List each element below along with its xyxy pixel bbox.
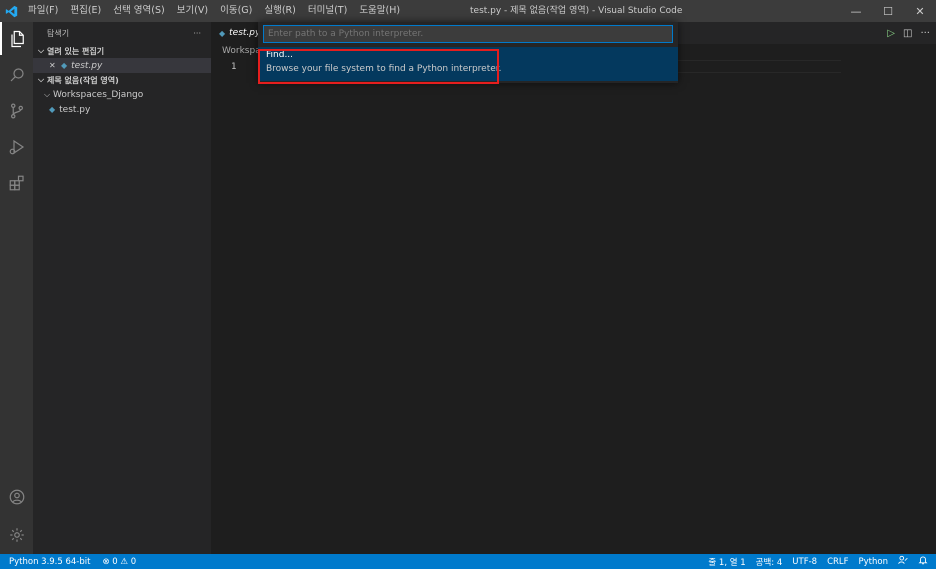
python-interpreter-status[interactable]: Python 3.9.5 64-bit — [9, 557, 90, 567]
cursor-position-status[interactable]: 줄 1, 열 1 — [708, 556, 745, 568]
minimize-button[interactable]: — — [840, 0, 872, 22]
menu-view[interactable]: 보기(V) — [171, 0, 214, 22]
python-file-icon: ◆ — [61, 61, 68, 70]
chevron-down-icon: ⌵ — [37, 46, 45, 55]
window-title: test.py - 제목 없음(작업 영역) - Visual Studio C… — [470, 6, 683, 16]
open-editors-title: 열려 있는 편집기 — [47, 46, 105, 56]
editor-actions: ▷ ◫ ··· — [887, 22, 930, 44]
open-editor-label: test.py — [71, 60, 103, 71]
manage-gear-icon[interactable] — [0, 518, 33, 551]
problems-status[interactable]: ⊗ 0 ⚠ 0 — [102, 557, 136, 567]
warning-icon: ⚠ — [120, 556, 129, 567]
explorer-title: 탐색기 — [47, 28, 70, 38]
interpreter-path-input[interactable] — [263, 25, 673, 43]
error-icon: ⊗ — [102, 556, 110, 567]
menu-bar: 파일(F) 편집(E) 선택 영역(S) 보기(V) 이동(G) 실행(R) 터… — [22, 0, 406, 22]
extensions-icon[interactable] — [0, 166, 33, 199]
language-mode-status[interactable]: Python — [859, 557, 888, 567]
close-editor-icon[interactable]: ✕ — [49, 61, 61, 70]
workspace-title: 제목 없음(작업 영역) — [47, 75, 119, 85]
red-highlight-box — [258, 49, 499, 84]
folder-label: Workspaces_Django — [53, 89, 144, 100]
menu-help[interactable]: 도움말(H) — [353, 0, 406, 22]
menu-go[interactable]: 이동(G) — [214, 0, 258, 22]
accounts-icon[interactable] — [0, 480, 33, 513]
menu-file[interactable]: 파일(F) — [22, 0, 64, 22]
chevron-down-icon: ⌵ — [43, 89, 51, 99]
line-number: 1 — [231, 62, 237, 72]
indentation-status[interactable]: 공백: 4 — [756, 556, 783, 568]
tab-label: test.py — [229, 28, 261, 38]
python-file-icon: ◆ — [49, 105, 56, 114]
menu-selection[interactable]: 선택 영역(S) — [107, 0, 170, 22]
chevron-down-icon: ⌵ — [37, 75, 45, 84]
files-icon[interactable] — [0, 22, 33, 55]
feedback-icon[interactable] — [898, 555, 908, 568]
error-count: 0 — [112, 556, 118, 567]
run-file-icon[interactable]: ▷ — [887, 28, 895, 39]
more-actions-icon[interactable]: ··· — [193, 29, 201, 38]
close-window-button[interactable]: ✕ — [904, 0, 936, 22]
activity-bar — [0, 22, 33, 554]
warning-count: 0 — [130, 556, 137, 567]
menu-edit[interactable]: 편집(E) — [64, 0, 107, 22]
menu-terminal[interactable]: 터미널(T) — [302, 0, 353, 22]
file-item[interactable]: ◆ test.py — [33, 102, 211, 117]
eol-status[interactable]: CRLF — [827, 557, 848, 567]
search-icon[interactable] — [0, 58, 33, 91]
explorer-sidebar: 탐색기 ··· ⌵ 열려 있는 편집기 ✕ ◆ test.py ⌵ 제목 없음(… — [33, 22, 211, 554]
folder-item[interactable]: ⌵ Workspaces_Django — [33, 87, 211, 102]
title-bar: 파일(F) 편집(E) 선택 영역(S) 보기(V) 이동(G) 실행(R) 터… — [0, 0, 936, 22]
more-actions-icon[interactable]: ··· — [920, 28, 930, 39]
split-editor-icon[interactable]: ◫ — [903, 28, 912, 39]
editor-area: ◆ test.py ▷ ◫ ··· Workspac 1 — [211, 22, 936, 554]
python-file-icon: ◆ — [219, 28, 226, 38]
tab-test-py[interactable]: ◆ test.py — [211, 22, 265, 44]
open-editors-section[interactable]: ⌵ 열려 있는 편집기 — [33, 44, 211, 58]
run-debug-icon[interactable] — [0, 130, 33, 163]
open-editor-item[interactable]: ✕ ◆ test.py — [33, 58, 211, 73]
vscode-logo-icon — [0, 0, 22, 22]
status-bar: Python 3.9.5 64-bit ⊗ 0 ⚠ 0 줄 1, 열 1 공백:… — [0, 554, 936, 569]
encoding-status[interactable]: UTF-8 — [792, 557, 817, 567]
window-controls: — ☐ ✕ — [840, 0, 936, 22]
maximize-button[interactable]: ☐ — [872, 0, 904, 22]
workspace-section[interactable]: ⌵ 제목 없음(작업 영역) — [33, 73, 211, 87]
notifications-bell-icon[interactable] — [918, 555, 928, 568]
source-control-icon[interactable] — [0, 94, 33, 127]
explorer-header: 탐색기 ··· — [33, 22, 211, 44]
file-label: test.py — [59, 104, 91, 115]
menu-run[interactable]: 실행(R) — [258, 0, 302, 22]
